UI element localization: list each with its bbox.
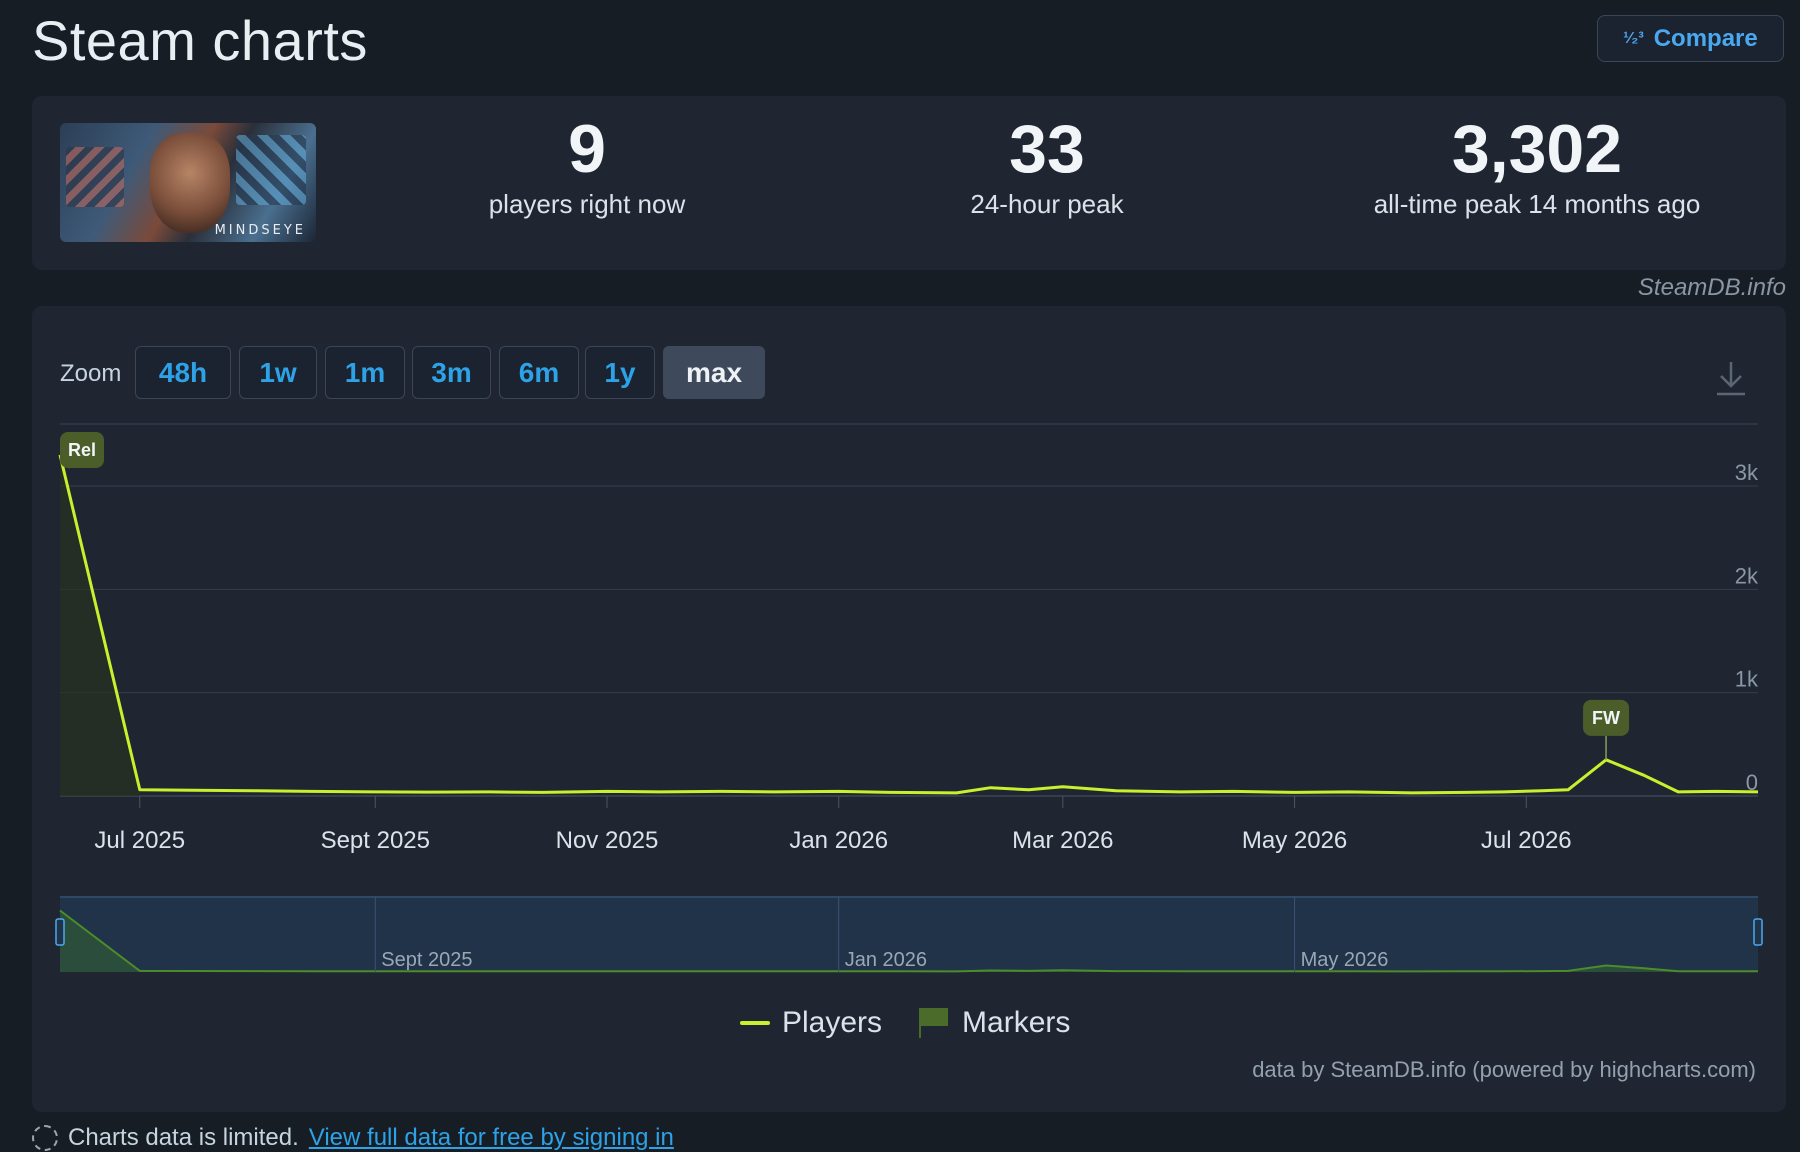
x-tick-label: Jul 2025 xyxy=(94,827,185,854)
x-tick-label: Jan 2026 xyxy=(789,827,888,854)
sign-in-link[interactable]: View full data for free by signing in xyxy=(309,1124,674,1152)
footer-note: Charts data is limited. View full data f… xyxy=(32,1124,674,1152)
x-tick-label: Jul 2026 xyxy=(1481,827,1572,854)
x-tick-label: Nov 2025 xyxy=(556,827,659,854)
legend-item-markers[interactable]: Markers xyxy=(918,1006,1070,1040)
players-series-line xyxy=(58,454,1759,795)
marker-label: Rel xyxy=(68,440,96,460)
navigator-label: Jan 2026 xyxy=(845,949,927,971)
players-line-swatch xyxy=(740,1021,770,1025)
legend-markers-label: Markers xyxy=(962,1006,1071,1039)
navigator-left-handle[interactable] xyxy=(55,918,65,946)
player-count-chart[interactable]: 01k2k3kJul 2025 Sept 2025 Nov 2025 Jan 2026… xyxy=(0,0,1800,1000)
flag-icon xyxy=(919,1008,949,1038)
legend-players-label: Players xyxy=(782,1006,883,1039)
x-tick-label: Sept 2025 xyxy=(321,827,430,854)
y-tick-label: 3k xyxy=(1735,460,1759,485)
loading-icon xyxy=(32,1125,58,1151)
navigator-label: Sept 2025 xyxy=(381,949,472,971)
legend-item-players[interactable]: Players xyxy=(740,1006,882,1040)
chart-credits[interactable]: data by SteamDB.info (powered by highcha… xyxy=(1252,1057,1756,1083)
footer-text: Charts data is limited. xyxy=(68,1124,299,1151)
x-tick-label: Mar 2026 xyxy=(1012,827,1113,854)
y-tick-label: 1k xyxy=(1735,667,1759,692)
y-tick-label: 2k xyxy=(1735,563,1759,588)
marker-label: FW xyxy=(1592,708,1620,728)
navigator-right-handle[interactable] xyxy=(1753,918,1763,946)
navigator-label: May 2026 xyxy=(1301,949,1389,971)
chart-legend: Players Markers xyxy=(740,1006,1070,1040)
x-tick-label: May 2026 xyxy=(1242,827,1347,854)
